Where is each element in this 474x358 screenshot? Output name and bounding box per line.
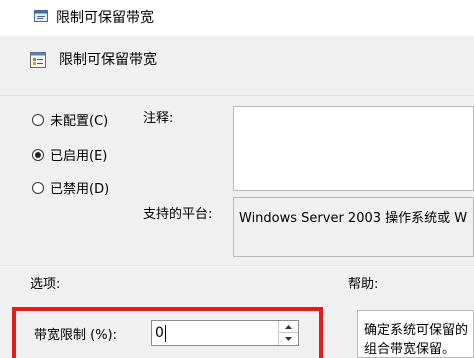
help-text-line: 确定系统可保留的: [364, 323, 469, 338]
setting-title: 限制可保留带宽: [59, 52, 157, 68]
comment-textarea[interactable]: [233, 106, 474, 191]
policy-icon: [34, 10, 48, 22]
comment-label: 注释:: [143, 111, 174, 126]
help-text-line: 组合带宽保留。: [364, 342, 456, 357]
options-label: 选项:: [30, 277, 61, 292]
supported-platform-text: Windows Server 2003 操作系统或 W: [239, 211, 468, 226]
title-bar: 限制可保留带宽: [0, 0, 474, 36]
window-title: 限制可保留带宽: [56, 10, 154, 26]
radio-button-icon: [32, 181, 44, 194]
radio-label: 未配置(C): [50, 114, 109, 129]
section-divider: [0, 265, 474, 266]
radio-button-icon: [32, 113, 44, 126]
header-divider: [0, 95, 474, 96]
radio-disabled[interactable]: 已禁用(D): [32, 178, 109, 197]
arrow-up-icon: [285, 324, 292, 329]
spin-down-button[interactable]: [279, 333, 298, 345]
help-textbox[interactable]: 确定系统可保留的 组合带宽保留。: [357, 310, 474, 358]
bandwidth-limit-label: 带宽限制 (%):: [34, 328, 118, 343]
spin-up-button[interactable]: [279, 321, 298, 333]
text-cursor: [165, 325, 166, 342]
help-label: 帮助:: [348, 277, 379, 292]
radio-button-selected-icon: [32, 148, 44, 161]
radio-enabled[interactable]: 已启用(E): [32, 145, 107, 164]
supported-platform-box[interactable]: Windows Server 2003 操作系统或 W: [233, 197, 474, 257]
bandwidth-limit-value[interactable]: 0: [155, 325, 164, 341]
bandwidth-limit-stepper[interactable]: 0: [151, 320, 299, 346]
radio-label: 已禁用(D): [50, 182, 110, 197]
radio-not-configured[interactable]: 未配置(C): [32, 110, 108, 129]
arrow-down-icon: [285, 337, 292, 341]
radio-label: 已启用(E): [50, 149, 108, 164]
supported-platform-label: 支持的平台:: [143, 207, 213, 222]
spinner: [278, 321, 298, 345]
setting-icon: [30, 52, 46, 68]
